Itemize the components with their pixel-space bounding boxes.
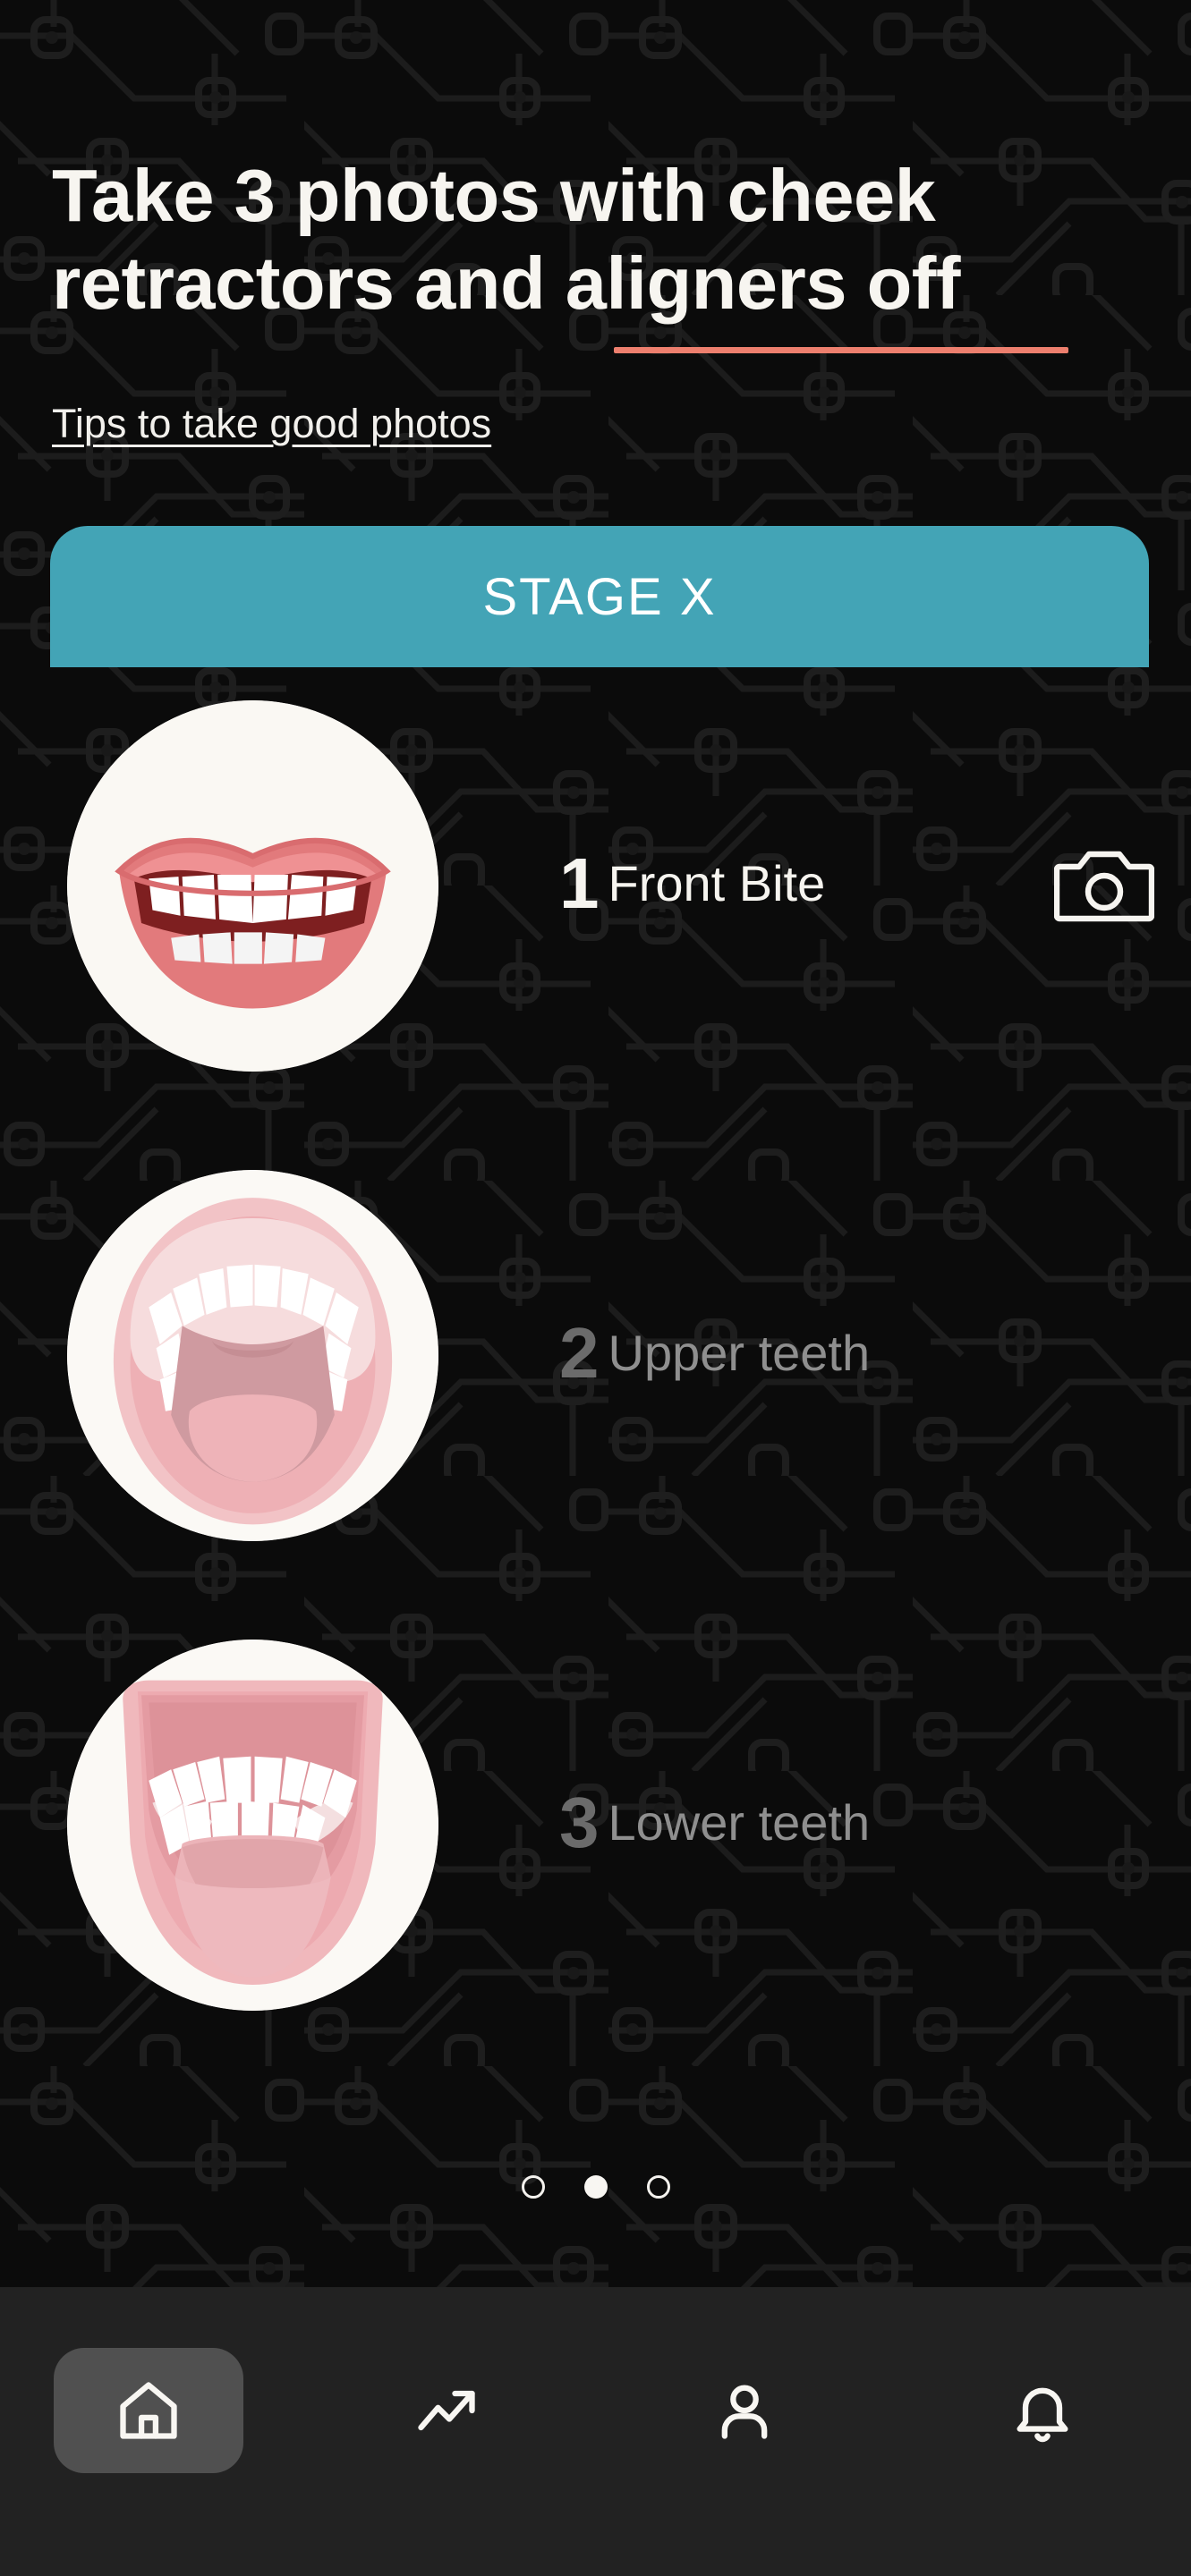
person-icon <box>710 2377 778 2445</box>
nav-item-profile[interactable] <box>596 2287 894 2576</box>
nav-item-progress[interactable] <box>298 2287 596 2576</box>
pagination-dot-1[interactable] <box>521 2175 545 2199</box>
pagination-dot-3[interactable] <box>646 2175 670 2199</box>
photo-step-row-3[interactable]: 3 Lower teeth <box>0 1637 1191 2012</box>
photo-step-text-1: Front Bite <box>608 854 826 911</box>
photo-step-number-3: 3 <box>559 1782 600 1862</box>
camera-icon[interactable] <box>1054 845 1154 926</box>
nav-home-active-pill <box>54 2347 244 2473</box>
thumbnail-lower-teeth[interactable] <box>67 1639 438 2011</box>
thumbnail-upper-teeth[interactable] <box>67 1169 438 1541</box>
photo-step-label-1: 1 Front Bite <box>559 698 825 1069</box>
photo-step-number-1: 1 <box>559 843 600 923</box>
stage-banner-label: STAGE X <box>482 567 717 626</box>
photo-step-text-2: Upper teeth <box>608 1324 871 1381</box>
page-title: Take 3 photos with cheek retractors and … <box>52 154 961 325</box>
photo-step-row-2[interactable]: 2 Upper teeth <box>0 1167 1191 1543</box>
bell-icon <box>1008 2377 1076 2445</box>
nav-item-home[interactable] <box>0 2287 298 2576</box>
pagination-dots <box>0 2175 1191 2199</box>
nav-progress-wrap <box>352 2348 541 2473</box>
thumbnail-front-bite[interactable] <box>67 699 438 1072</box>
bottom-navigation-bar <box>0 2287 1191 2576</box>
home-icon <box>115 2377 183 2445</box>
title-accent-underline <box>614 347 1068 353</box>
trending-up-icon <box>413 2377 481 2445</box>
photo-step-label-2: 2 Upper teeth <box>559 1167 870 1538</box>
nav-profile-wrap <box>650 2348 839 2473</box>
stage-banner: STAGE X <box>50 526 1149 667</box>
photo-step-label-3: 3 Lower teeth <box>559 1637 870 2008</box>
tips-link[interactable]: Tips to take good photos <box>52 401 491 447</box>
photo-step-row-1[interactable]: 1 Front Bite <box>0 698 1191 1073</box>
pagination-dot-2-active[interactable] <box>583 2175 608 2199</box>
app-root: Take 3 photos with cheek retractors and … <box>0 0 1191 2576</box>
nav-item-notifications[interactable] <box>893 2287 1191 2576</box>
nav-notifications-wrap <box>948 2348 1137 2473</box>
photo-step-text-3: Lower teeth <box>608 1793 871 1851</box>
photo-step-number-2: 2 <box>559 1312 600 1393</box>
